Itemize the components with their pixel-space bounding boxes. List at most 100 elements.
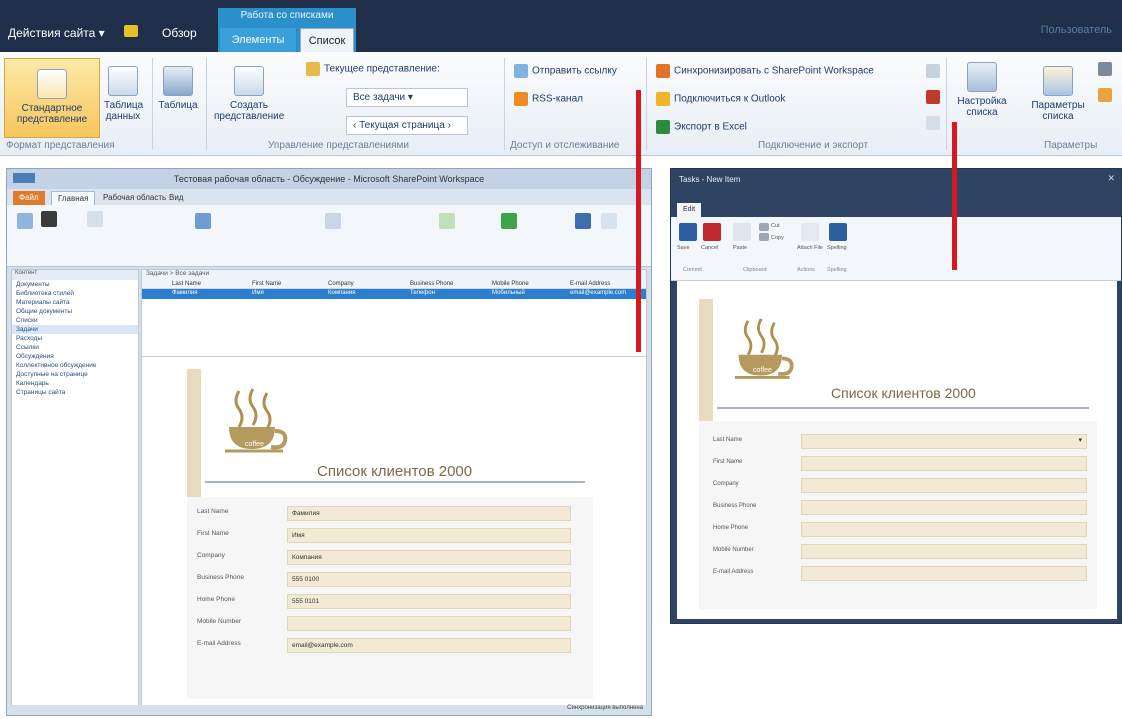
paste-icon[interactable] [733,223,751,241]
standard-view-icon [37,69,67,99]
current-view-dropdown[interactable]: Все задачи ▾ [346,88,468,107]
cancel-button-label[interactable]: Cancel [701,245,718,251]
copy-icon[interactable] [759,233,769,241]
table-row-selected[interactable]: Фамилия Имя Компания Телефон Мобильный e… [142,289,646,299]
copy-button-label[interactable]: Copy [771,235,784,241]
email-field[interactable] [801,566,1087,581]
outlook-icon [656,92,670,106]
folder-icon[interactable] [124,25,138,37]
nav-item[interactable]: Документы [12,280,138,289]
tab-items[interactable]: Элементы [220,28,296,52]
cut-button-label[interactable]: Cut [771,223,780,229]
nav-item[interactable]: Материалы сайта [12,298,138,307]
delete-icon[interactable] [41,211,57,227]
form-row: First Name Имя [187,525,593,547]
sync-icon[interactable] [195,213,211,229]
tab-browse[interactable]: Обзор [162,26,197,40]
online-status-icon[interactable] [501,213,517,229]
standard-view-button[interactable]: Стандартное представление [4,58,100,138]
close-icon[interactable]: ✕ [1107,173,1115,184]
nav-item[interactable]: Расходы [12,334,138,343]
nav-item[interactable]: Ссылки [12,343,138,352]
access-icon[interactable] [926,90,940,104]
column-header[interactable]: Mobile Phone [492,281,529,287]
sync-status-icon[interactable] [439,213,455,229]
nav-item[interactable]: Списки [12,316,138,325]
dropdown-arrow-icon[interactable]: ▾ [1078,436,1082,444]
settings-icon[interactable] [1098,88,1112,102]
company-field[interactable]: Компания [287,550,571,565]
email-link-button[interactable]: Отправить ссылку [514,64,617,78]
quick-access-toolbar[interactable] [13,173,35,183]
field-label: Company [713,481,739,487]
properties-icon[interactable] [601,213,617,229]
mark-read-icon[interactable] [325,213,341,229]
nav-item[interactable]: Календарь [12,379,138,388]
column-header[interactable]: Company [328,281,354,287]
save-icon[interactable] [679,223,697,241]
nav-item[interactable]: Коллективное обсуждение [12,361,138,370]
list-parameters-button[interactable]: Параметры списка [1028,66,1088,122]
last-name-field[interactable]: Фамилия [287,506,571,521]
home-phone-field[interactable] [801,522,1087,537]
mobile-number-field[interactable] [801,544,1087,559]
column-header[interactable]: First Name [252,281,281,287]
tab-edit[interactable]: Edit [677,203,702,217]
tab-view[interactable]: Вид [163,191,189,205]
form-row: E-mail Address email@example.com [187,635,593,657]
tab-workspace[interactable]: Рабочая область [97,191,172,205]
nav-item[interactable]: Обсуждения [12,352,138,361]
spelling-icon[interactable] [829,223,847,241]
last-name-field[interactable]: ▾ [801,434,1087,449]
user-menu[interactable]: Пользователь [1041,24,1112,36]
table-cell: Фамилия [172,290,198,296]
column-header[interactable]: E-mail Address [570,281,610,287]
tab-file[interactable]: Файл [13,191,45,205]
find-icon[interactable] [575,213,591,229]
business-phone-field[interactable]: 555 0100 [287,572,571,587]
tab-list[interactable]: Список [300,28,354,54]
open-with-access-icon[interactable] [926,64,940,78]
spelling-button-label[interactable]: Spelling [827,245,847,251]
paste-button-label[interactable]: Paste [733,245,747,251]
nav-item[interactable]: Общие документы [12,307,138,316]
datasheet-view-button[interactable]: Таблица данных [104,66,143,122]
company-field[interactable] [801,478,1087,493]
nav-item-selected[interactable]: Задачи [12,325,138,334]
paste-icon[interactable] [87,211,103,227]
rss-button[interactable]: RSS-канал [514,92,583,106]
nav-item[interactable]: Библиотека стилей [12,289,138,298]
nav-item[interactable]: Доступные на странице [12,370,138,379]
new-item-dialog: Tasks - New Item ✕ Edit Save Cancel Past… [670,168,1122,624]
cancel-icon[interactable] [703,223,721,241]
save-button-label[interactable]: Save [677,245,690,251]
project-icon[interactable] [926,116,940,130]
table-button[interactable]: Таблица [156,66,200,111]
list-settings-button[interactable]: Настройка списка [950,62,1014,118]
attach-file-button-label[interactable]: Attach File [797,245,823,251]
attach-file-icon[interactable] [801,223,819,241]
connect-outlook-button[interactable]: Подключиться к Outlook [656,92,785,106]
column-header[interactable]: Business Phone [410,281,453,287]
cut-icon[interactable] [759,223,769,231]
create-view-button[interactable]: Создать представление [214,66,284,122]
column-header[interactable]: Last Name [172,281,201,287]
workflow-icon[interactable] [1098,62,1112,76]
home-phone-field[interactable]: 555 0101 [287,594,571,609]
business-phone-field[interactable] [801,500,1087,515]
splitter[interactable] [142,356,646,357]
export-excel-button[interactable]: Экспорт в Excel [656,120,747,134]
form-fields: Last Name Фамилия First Name Имя Company… [187,503,593,657]
first-name-field[interactable]: Имя [287,528,571,543]
list-parameters-icon [1043,66,1073,96]
highlight-bar [952,122,957,270]
nav-item[interactable]: Страницы сайта [12,388,138,397]
tab-home[interactable]: Главная [51,191,96,205]
current-page-navigator[interactable]: ‹ Текущая страница › [346,116,468,135]
sync-workspace-button[interactable]: Синхронизировать с SharePoint Workspace [656,64,874,78]
site-actions-menu[interactable]: Действия сайта ▾ [8,26,105,40]
first-name-field[interactable] [801,456,1087,471]
mobile-number-field[interactable] [287,616,571,631]
new-item-icon[interactable] [17,213,33,229]
email-field[interactable]: email@example.com [287,638,571,653]
